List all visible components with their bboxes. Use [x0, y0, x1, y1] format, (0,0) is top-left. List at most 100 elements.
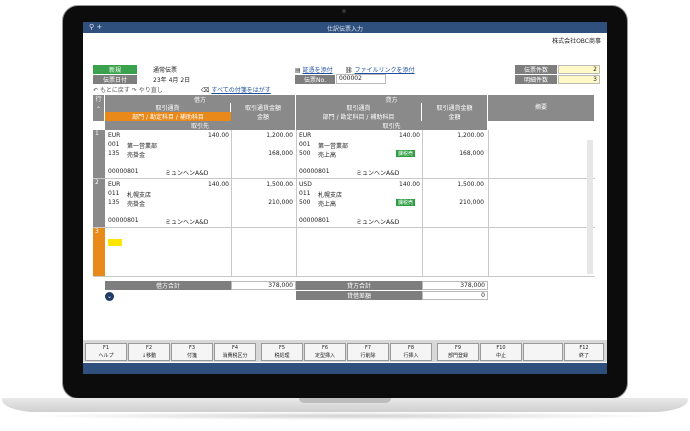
table-row-1-credit[interactable]: EUR 140.00 1,200.00 001 第一営業部 500 売上高 課税…	[296, 130, 488, 178]
attach-link[interactable]: 証憑を添付	[303, 67, 333, 74]
debit-amount: 168,000	[268, 150, 293, 157]
credit-account: 売上高	[318, 152, 337, 159]
f4-button[interactable]: F4 消費税区分	[214, 343, 256, 361]
slip-count-value: 2	[558, 65, 600, 74]
credit-dept-code: 011	[299, 190, 311, 197]
f12-button[interactable]: F12 終了	[564, 343, 604, 361]
credit-amount-header: 金額	[422, 112, 488, 121]
fkey-code: F3	[188, 345, 196, 351]
slip-type[interactable]: 通常伝票	[153, 65, 203, 74]
status-badge: 新規	[93, 65, 137, 74]
file-link-link[interactable]: ファイルリンクを添付	[355, 67, 415, 74]
debit-amount: 210,000	[268, 199, 293, 206]
remove-tags-link[interactable]: すべての付箋をはがす	[211, 87, 270, 94]
undo-button[interactable]: もとに戻す	[100, 87, 130, 94]
row-number: 1	[93, 130, 105, 178]
debit-fx-amount-header: 取引通貨金額	[231, 103, 296, 112]
redo-icon: ↷	[131, 87, 137, 94]
fkey-label: 部門登録	[447, 353, 468, 359]
row-number-active: 3	[93, 228, 105, 276]
table-row-2-debit[interactable]: EUR 140.00 1,500.00 011 札幌支店 135 売掛金 210…	[105, 179, 296, 227]
debit-currency-header: 取引通貨	[105, 103, 231, 112]
fkey-label: 税処理	[274, 353, 290, 359]
f10-button[interactable]: F10 中止	[480, 343, 522, 361]
company-name: 株式会社OBC商事	[552, 38, 601, 45]
debit-fx-amount: 1,500.00	[266, 181, 293, 188]
tax-badge: 課税売	[396, 150, 416, 157]
credit-amount: 168,000	[459, 150, 484, 157]
credit-dept: 札幌支店	[318, 192, 343, 199]
vertical-scrollbar[interactable]	[587, 140, 593, 274]
fkey-label: ↓移動	[141, 353, 157, 359]
date-day: 2日	[180, 77, 191, 84]
credit-partner: ミュンヘンA&D	[356, 170, 400, 177]
f1-button[interactable]: F1 ヘルプ	[85, 343, 127, 361]
debit-account-code: 135	[108, 150, 120, 157]
credit-partner-header: 取引先	[296, 121, 488, 130]
f2-button[interactable]: F2 ↓移動	[128, 343, 170, 361]
credit-account: 売上高	[318, 201, 337, 208]
date-month: 4月	[168, 77, 179, 84]
camera	[342, 9, 346, 13]
slip-count-label: 伝票件数	[515, 65, 557, 74]
undo-icon: ↶	[93, 87, 99, 94]
f11-button[interactable]	[523, 343, 563, 361]
credit-total-value: 378,000	[422, 281, 488, 290]
credit-dept-code: 001	[299, 141, 311, 148]
f6-button[interactable]: F6 定型挿入	[304, 343, 346, 361]
credit-currency: USD	[299, 181, 312, 188]
debit-dept-code: 011	[108, 190, 120, 197]
document-icon: ▤	[295, 67, 301, 74]
debit-rate: 140.00	[208, 132, 229, 139]
f9-button[interactable]: F9 部門登録	[437, 343, 479, 361]
debit-rate: 140.00	[208, 181, 229, 188]
fkey-label: 付箋	[186, 353, 197, 359]
fkey-label: 中止	[495, 353, 506, 359]
balance-diff-value: 0	[422, 291, 488, 300]
credit-amount: 210,000	[459, 199, 484, 206]
tag-icon: ⌫	[201, 87, 210, 94]
f8-button[interactable]: F8 行挿入	[390, 343, 432, 361]
table-row-3-debit[interactable]	[105, 228, 296, 276]
debit-partner-code: 00000801	[108, 168, 139, 175]
credit-currency: EUR	[299, 132, 312, 139]
debit-total-label: 借方合計	[105, 281, 231, 290]
credit-partner: ミュンヘンA&D	[356, 219, 400, 226]
credit-account-code: 500	[299, 150, 311, 157]
date-label: 伝票日付	[93, 75, 137, 84]
credit-partner-code: 00000801	[299, 168, 330, 175]
chevron-down-icon[interactable]: ⌄	[105, 292, 114, 301]
redo-button[interactable]: やり直し	[139, 87, 163, 94]
slip-no-field[interactable]: 000002	[336, 74, 386, 84]
table-row-3-credit[interactable]	[296, 228, 488, 276]
title-bar: ⚲ + 仕訳伝票入力	[83, 22, 607, 33]
app-screen: ⚲ + 仕訳伝票入力 株式会社OBC商事 新規 通常伝票 伝票日付 23年 4月…	[83, 22, 607, 374]
credit-rate: 140.00	[399, 132, 420, 139]
row-header-label: 行	[95, 96, 102, 103]
credit-total-label: 貸方合計	[296, 281, 422, 290]
chevron-up-icon[interactable]: ⌃	[96, 106, 101, 113]
file-link-area: ⛓ ファイルリンクを添付	[345, 65, 435, 74]
f5-button[interactable]: F5 税処理	[261, 343, 303, 361]
table-row-1-debit[interactable]: EUR 140.00 1,200.00 001 第一営業部 135 売掛金 16…	[105, 130, 296, 178]
row-header: 行 ⌃	[93, 95, 105, 121]
credit-fx-amount: 1,500.00	[457, 181, 484, 188]
debit-fx-amount: 1,200.00	[266, 132, 293, 139]
debit-account: 売掛金	[127, 152, 146, 159]
f7-button[interactable]: F7 行削除	[347, 343, 389, 361]
fkey-label: 定型挿入	[314, 353, 335, 359]
active-cell-input[interactable]	[108, 239, 122, 246]
credit-rate: 140.00	[399, 181, 420, 188]
date-field[interactable]: 23年 4月 2日	[153, 75, 223, 84]
debit-dept: 札幌支店	[127, 192, 152, 199]
fkey-code: F5	[278, 345, 286, 351]
credit-partner-code: 00000801	[299, 217, 330, 224]
fkey-label: 行削除	[360, 353, 376, 359]
laptop-notch	[299, 398, 391, 403]
fkey-label: 終了	[578, 353, 589, 359]
table-row-2-credit[interactable]: USD 140.00 1,500.00 011 札幌支店 500 売上高 課税売…	[296, 179, 488, 227]
credit-fx-amount: 1,200.00	[457, 132, 484, 139]
f3-button[interactable]: F3 付箋	[171, 343, 213, 361]
row-number: 2	[93, 179, 105, 227]
debit-header: 借方	[105, 95, 296, 104]
